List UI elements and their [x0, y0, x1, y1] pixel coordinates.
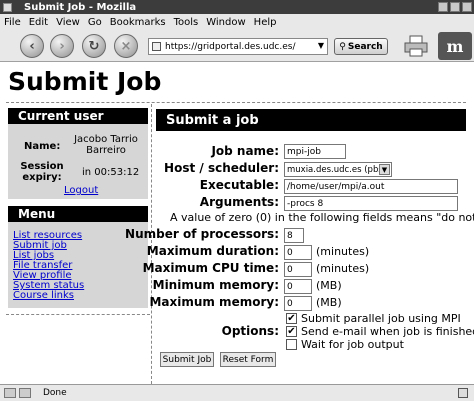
max-duration-unit: (minutes) [316, 245, 370, 258]
processors-label: Number of processors: [125, 227, 279, 241]
logout-link[interactable]: Logout [64, 185, 98, 196]
back-icon[interactable]: ‹ [20, 34, 44, 58]
options-label: Options: [221, 324, 279, 338]
executable-label: Executable: [199, 178, 279, 192]
search-icon: ⚲ [339, 41, 346, 52]
window-titlebar: Submit Job - Mozilla [0, 0, 474, 14]
executable-input[interactable]: /home/user/mpi/a.out [284, 179, 458, 194]
name-value: Jacobo Tarrio Barreiro [74, 134, 138, 156]
current-user-heading: Current user [8, 108, 148, 124]
reset-form-button[interactable]: Reset Form [220, 352, 276, 367]
navigation-toolbar: ‹ › ↻ × https://gridportal.des.udc.es/ ▼… [0, 30, 474, 62]
current-user-panel: Name: Jacobo Tarrio Barreiro Session exp… [8, 124, 148, 199]
host-label: Host / scheduler: [164, 161, 279, 175]
menu-view[interactable]: View [56, 17, 80, 28]
menu-heading: Menu [8, 206, 148, 222]
menu-file[interactable]: File [4, 17, 21, 28]
max-cpu-input[interactable]: 0 [284, 262, 312, 277]
submit-job-button[interactable]: Submit Job [160, 352, 214, 367]
mozilla-logo: m [438, 32, 472, 60]
window-controls [438, 2, 472, 12]
search-label: Search [347, 41, 383, 52]
arguments-label: Arguments: [199, 195, 279, 209]
online-icon [19, 388, 31, 398]
status-bar: Done [0, 384, 474, 401]
session-expiry-value: in 00:53:12 [82, 167, 140, 178]
session-expiry-label: Session expiry: [20, 161, 64, 183]
sidebar-divider [6, 314, 150, 315]
email-checkbox-label: Send e-mail when job is finished [301, 325, 474, 338]
max-memory-label: Maximum memory: [149, 295, 279, 309]
zero-value-note: A value of zero (0) in the following fie… [170, 211, 474, 224]
stop-icon[interactable]: × [114, 34, 138, 58]
host-select[interactable]: muxia.des.udc.es (pbs) ▼ [284, 162, 392, 177]
max-memory-input[interactable]: 0 [284, 296, 312, 311]
menubar: File Edit View Go Bookmarks Tools Window… [0, 14, 474, 30]
menu-edit[interactable]: Edit [29, 17, 48, 28]
max-cpu-label: Maximum CPU time: [142, 261, 279, 275]
status-icon [4, 388, 16, 398]
print-icon[interactable] [404, 35, 428, 57]
maximize-icon[interactable] [450, 2, 460, 12]
min-memory-input[interactable]: 0 [284, 279, 312, 294]
arguments-input[interactable]: -procs 8 [284, 196, 458, 211]
close-icon[interactable] [462, 2, 472, 12]
forward-icon[interactable]: › [50, 34, 74, 58]
max-duration-label: Maximum duration: [146, 244, 279, 258]
min-memory-label: Minimum memory: [152, 278, 279, 292]
mpi-checkbox[interactable]: ✔ [286, 313, 297, 324]
chevron-down-icon[interactable]: ▼ [318, 41, 324, 50]
lock-icon[interactable] [458, 388, 468, 398]
chevron-down-icon[interactable]: ▼ [379, 164, 390, 175]
max-cpu-unit: (minutes) [316, 262, 370, 275]
url-bar[interactable]: https://gridportal.des.udc.es/ ▼ [148, 38, 328, 55]
menu-help[interactable]: Help [254, 17, 277, 28]
minimize-icon[interactable] [438, 2, 448, 12]
host-select-value: muxia.des.udc.es (pbs) [287, 164, 387, 175]
min-memory-unit: (MB) [316, 279, 342, 292]
form-heading: Submit a job [156, 109, 466, 131]
divider [6, 102, 466, 103]
max-duration-input[interactable]: 0 [284, 245, 312, 260]
page-content: Submit Job Current user Name: Jacobo Tar… [0, 62, 474, 384]
name-label: Name: [24, 141, 61, 152]
email-checkbox[interactable]: ✔ [286, 326, 297, 337]
max-memory-unit: (MB) [316, 296, 342, 309]
job-name-input[interactable]: mpi-job [284, 144, 346, 159]
wait-output-checkbox-label: Wait for job output [301, 338, 404, 351]
wait-output-checkbox[interactable] [286, 339, 297, 350]
reload-icon[interactable]: ↻ [82, 34, 106, 58]
search-button[interactable]: ⚲ Search [334, 38, 388, 55]
page-icon [152, 42, 161, 51]
menu-tools[interactable]: Tools [174, 17, 199, 28]
window-title: Submit Job - Mozilla [24, 1, 137, 13]
window-menu-icon[interactable] [3, 2, 12, 12]
job-name-label: Job name: [211, 144, 279, 158]
status-text: Done [43, 388, 67, 398]
page-title: Submit Job [8, 67, 162, 96]
mpi-checkbox-label: Submit parallel job using MPI [301, 312, 461, 325]
menu-window[interactable]: Window [206, 17, 245, 28]
url-text: https://gridportal.des.udc.es/ [165, 41, 296, 52]
menu-link-course-links[interactable]: Course links [13, 290, 74, 301]
menu-go[interactable]: Go [88, 17, 102, 28]
menu-bookmarks[interactable]: Bookmarks [110, 17, 166, 28]
processors-input[interactable]: 8 [284, 228, 304, 243]
